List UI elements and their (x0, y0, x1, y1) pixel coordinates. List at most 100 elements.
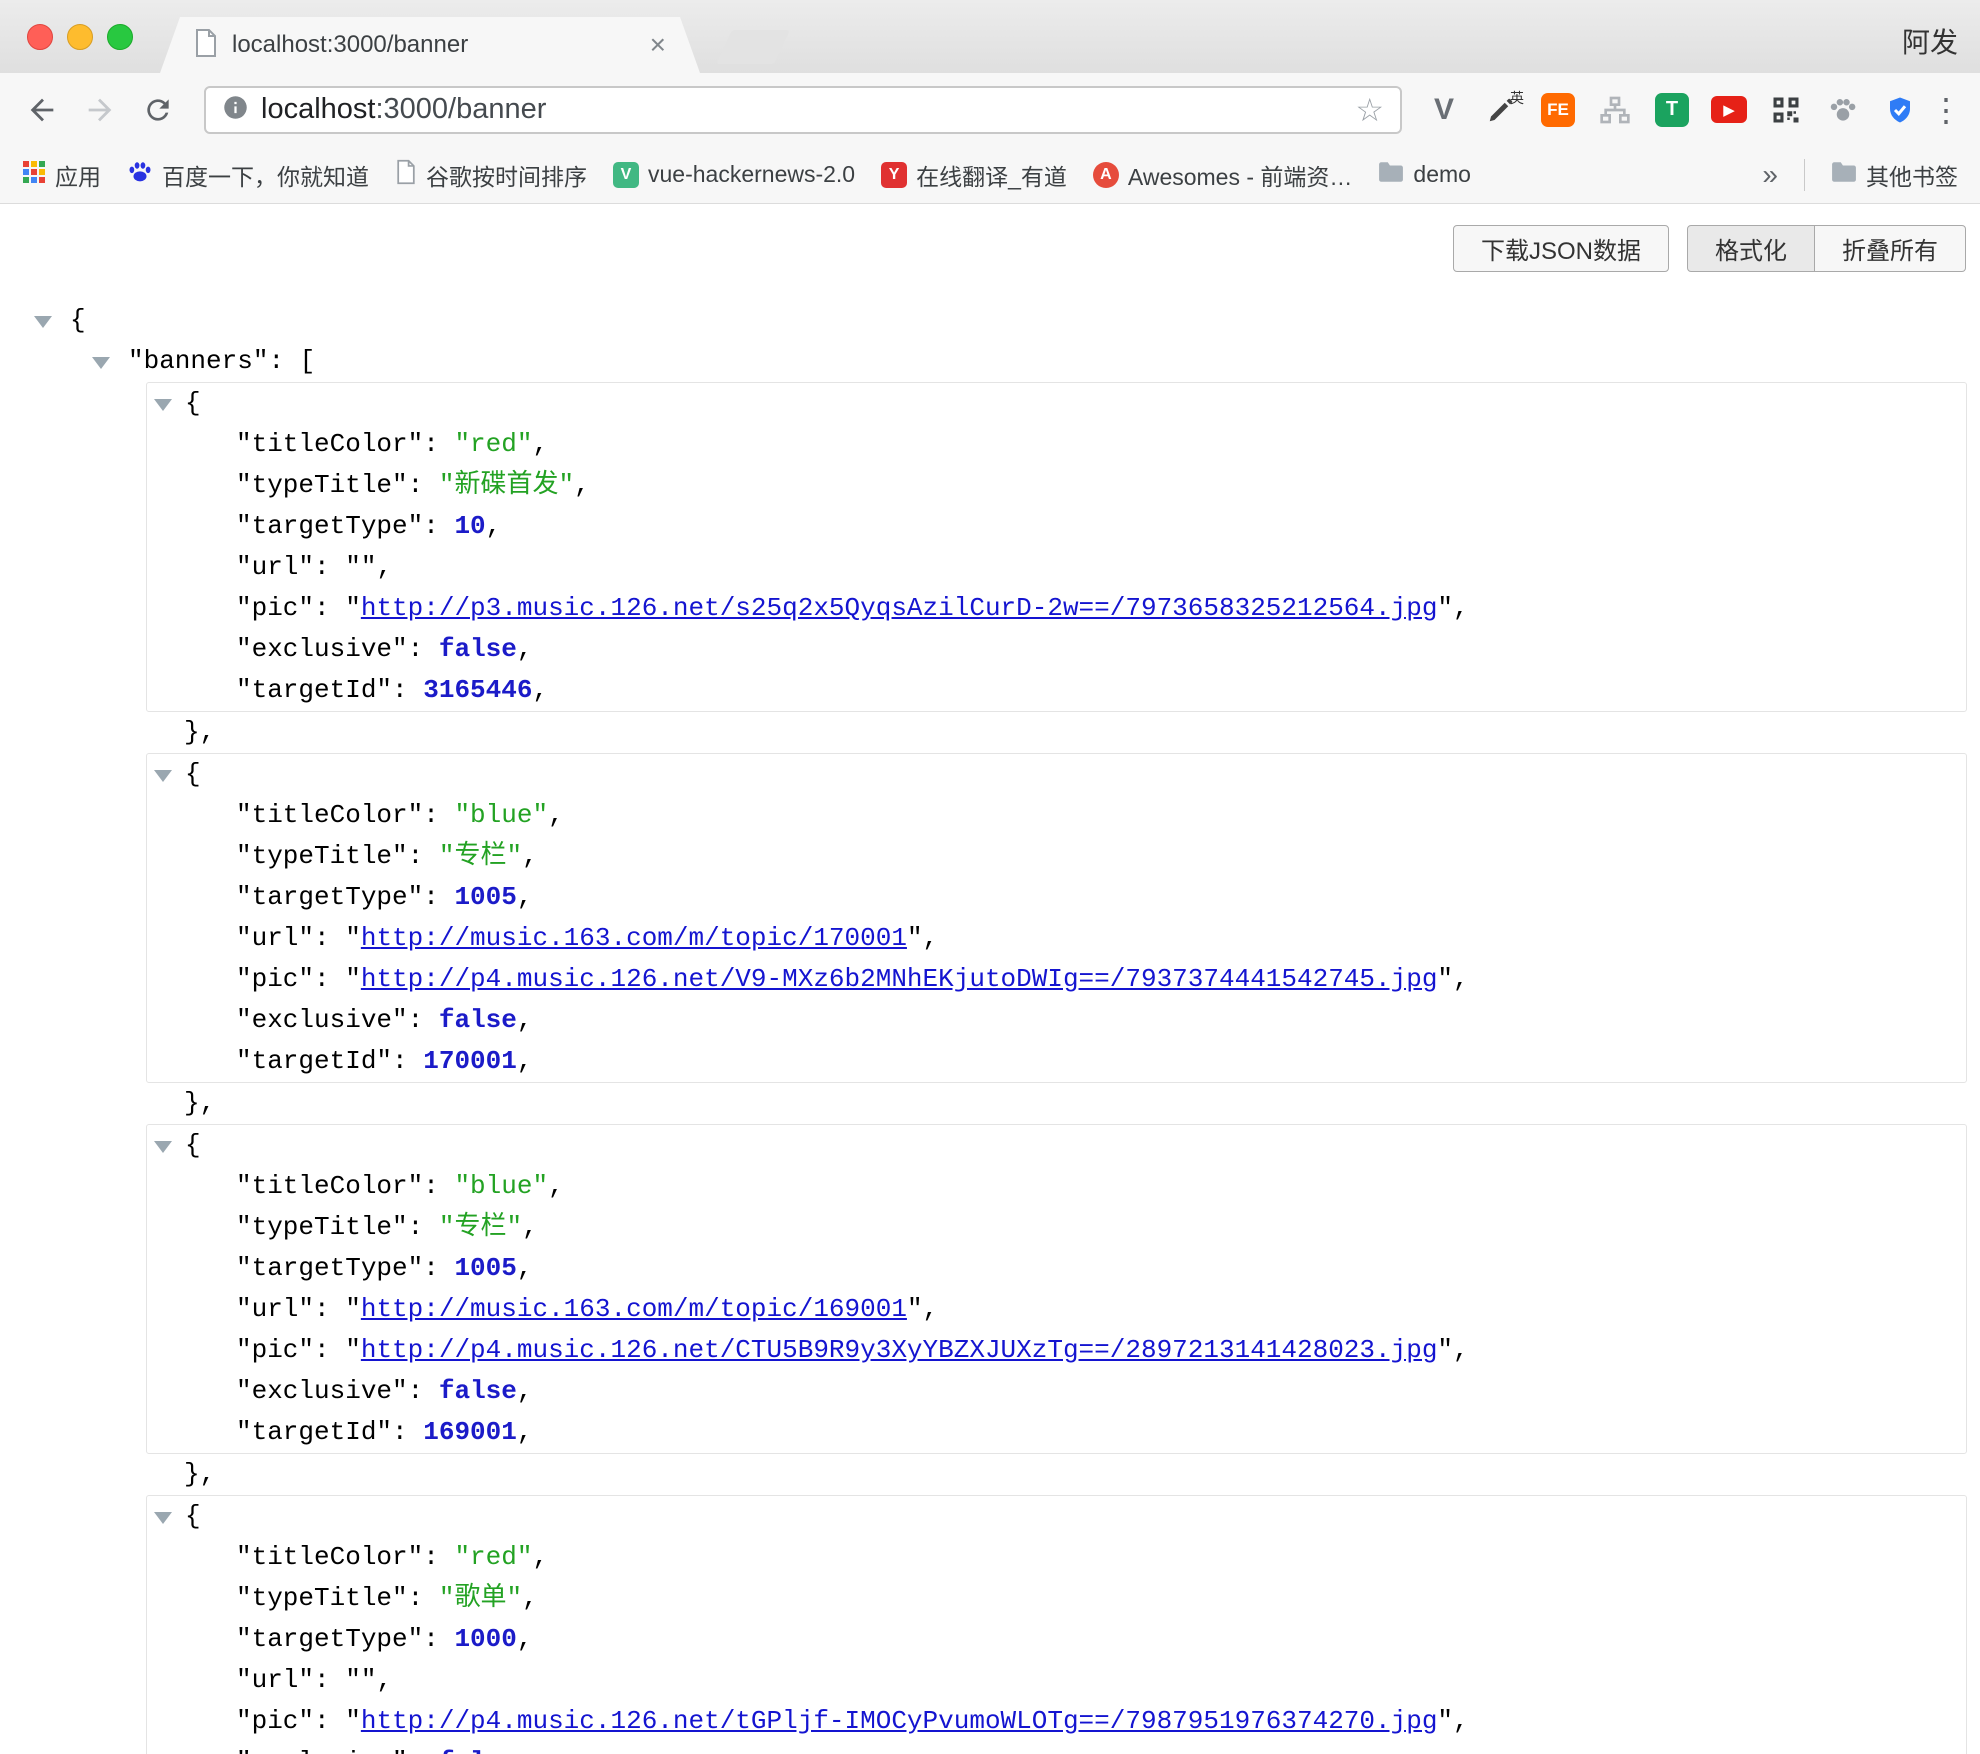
translate-badge: 英 (1510, 88, 1524, 108)
collapse-triangle-icon[interactable] (154, 399, 172, 411)
json-punct: : (408, 1376, 439, 1406)
json-line: "titleColor": "red", (147, 1537, 1966, 1578)
json-punct: " (345, 964, 361, 994)
reload-button[interactable] (136, 88, 180, 132)
json-line: "typeTitle": "专栏", (147, 836, 1966, 877)
minimize-button[interactable] (67, 24, 93, 50)
json-line: "pic": "http://p4.music.126.net/V9-MXz6b… (147, 959, 1966, 1000)
json-punct: : (408, 1005, 439, 1035)
address-bar[interactable]: localhost:3000/banner ☆ (204, 86, 1402, 134)
sitemap-extension-icon[interactable] (1595, 90, 1635, 130)
bookmarks-bar: 应用 百度一下，你就知道 谷歌按时间排序 V vue-hackernews-2.… (0, 146, 1980, 204)
json-line: "pic": "http://p3.music.126.net/s25q2x5Q… (147, 588, 1966, 629)
blue-shield-check-extension-icon[interactable] (1880, 90, 1920, 130)
json-punct: : (408, 1583, 439, 1613)
new-tab-button[interactable] (716, 30, 790, 64)
json-key: "pic" (236, 964, 314, 994)
json-line: "typeTitle": "新碟首发", (147, 465, 1966, 506)
json-line: "url": "", (147, 547, 1966, 588)
collapse-triangle-icon[interactable] (92, 357, 110, 369)
json-link[interactable]: http://p3.music.126.net/s25q2x5QyqsAzilC… (361, 593, 1438, 623)
back-button[interactable] (20, 88, 64, 132)
paw-extension-icon[interactable] (1823, 90, 1863, 130)
collapse-triangle-icon[interactable] (34, 316, 52, 328)
json-object-box: {"titleColor": "blue","typeTitle": "专栏",… (146, 753, 1967, 1083)
json-key: "targetType" (236, 511, 423, 541)
json-punct: , (532, 675, 548, 705)
json-punct: " (345, 1335, 361, 1365)
forward-button[interactable] (78, 88, 122, 132)
json-line: "targetId": 170001, (147, 1041, 1966, 1082)
json-link[interactable]: http://p4.music.126.net/CTU5B9R9y3XyYBZX… (361, 1335, 1438, 1365)
json-line: { (147, 1496, 1966, 1537)
json-punct: , (517, 1624, 533, 1654)
json-object-box: {"titleColor": "red","typeTitle": "歌单","… (146, 1495, 1967, 1754)
green-shield-extension-icon[interactable]: T (1652, 90, 1692, 130)
json-punct: , (522, 1212, 538, 1242)
json-link[interactable]: http://music.163.com/m/topic/169001 (361, 1294, 907, 1324)
json-string-value: "red" (454, 429, 532, 459)
browser-menu-icon[interactable]: ⋮ (1930, 91, 1960, 129)
json-punct: { (185, 1501, 201, 1531)
json-punct: , (486, 511, 502, 541)
json-line: "titleColor": "blue", (147, 795, 1966, 836)
json-line: "targetId": 3165446, (147, 670, 1966, 711)
json-key: "pic" (236, 1335, 314, 1365)
download-json-button[interactable]: 下载JSON数据 (1453, 225, 1669, 272)
json-punct: { (70, 305, 86, 335)
bookmark-label: 百度一下，你就知道 (162, 158, 369, 192)
json-line: "url": "http://music.163.com/m/topic/169… (147, 1289, 1966, 1330)
bookmark-apps[interactable]: 应用 (22, 158, 101, 192)
close-button[interactable] (27, 24, 53, 50)
translate-pen-extension-icon[interactable]: 英 (1481, 90, 1521, 130)
page-content: 下载JSON数据 格式化 折叠所有 { "banners": [ { "titleCo… (0, 204, 1980, 1754)
bookmark-other-bookmarks[interactable]: 其他书签 (1831, 158, 1958, 192)
browser-window: localhost:3000/banner × 阿发 localhost:300… (0, 0, 1980, 1754)
tab-localhost-banner[interactable]: localhost:3000/banner × (160, 17, 700, 73)
page-info-icon[interactable] (222, 94, 249, 126)
bookmark-baidu[interactable]: 百度一下，你就知道 (127, 158, 369, 192)
format-button[interactable]: 格式化 (1687, 225, 1815, 272)
bookmark-youdao-translate[interactable]: Y 在线翻译_有道 (881, 158, 1067, 192)
bookmark-vue-hackernews[interactable]: V vue-hackernews-2.0 (613, 161, 855, 188)
qrcode-extension-icon[interactable] (1766, 90, 1806, 130)
collapse-all-button[interactable]: 折叠所有 (1815, 225, 1966, 272)
json-punct: : (408, 1747, 439, 1754)
json-punct: , (923, 1294, 939, 1324)
json-punct: : (314, 1665, 345, 1695)
json-number-value: 169001 (423, 1417, 517, 1447)
json-punct: , (532, 1542, 548, 1572)
json-link[interactable]: http://p4.music.126.net/tGPljf-IMOCyPvum… (361, 1706, 1438, 1736)
json-line: "exclusive": false, (147, 1742, 1966, 1754)
tab-close-icon[interactable]: × (650, 31, 666, 59)
json-key: "pic" (236, 593, 314, 623)
zoom-button[interactable] (107, 24, 133, 50)
json-line: "pic": "http://p4.music.126.net/tGPljf-I… (147, 1701, 1966, 1742)
json-link[interactable]: http://music.163.com/m/topic/170001 (361, 923, 907, 953)
collapse-triangle-icon[interactable] (154, 1512, 172, 1524)
json-punct: : (392, 1417, 423, 1447)
youtube-extension-icon[interactable]: ▶ (1709, 90, 1749, 130)
json-punct: : (423, 882, 454, 912)
bookmark-google-sort[interactable]: 谷歌按时间排序 (395, 158, 587, 192)
profile-name: 阿发 (1902, 21, 1958, 61)
bookmark-star-icon[interactable]: ☆ (1355, 94, 1384, 126)
json-viewer-toolbar: 下载JSON数据 格式化 折叠所有 (0, 204, 1980, 300)
json-link[interactable]: http://p4.music.126.net/V9-MXz6b2MNhEKju… (361, 964, 1438, 994)
json-line: "banners": [ (0, 341, 1980, 382)
url-path: :3000/banner (375, 93, 546, 125)
bookmarks-overflow-chevron-icon[interactable]: » (1762, 159, 1778, 191)
bookmark-awesomes[interactable]: A Awesomes - 前端资… (1093, 158, 1353, 192)
fehelper-extension-icon[interactable]: FE (1538, 90, 1578, 130)
json-string-value: "专栏" (439, 841, 522, 871)
json-punct: : (423, 1253, 454, 1283)
collapse-triangle-icon[interactable] (154, 1141, 172, 1153)
json-key: "exclusive" (236, 1005, 408, 1035)
json-number-value: 170001 (423, 1046, 517, 1076)
json-punct: , (376, 1665, 392, 1695)
vimium-extension-icon[interactable]: V (1424, 90, 1464, 130)
collapse-triangle-icon[interactable] (154, 770, 172, 782)
json-punct: }, (184, 1459, 215, 1489)
json-punct: , (517, 882, 533, 912)
bookmark-folder-demo[interactable]: demo (1378, 161, 1471, 189)
